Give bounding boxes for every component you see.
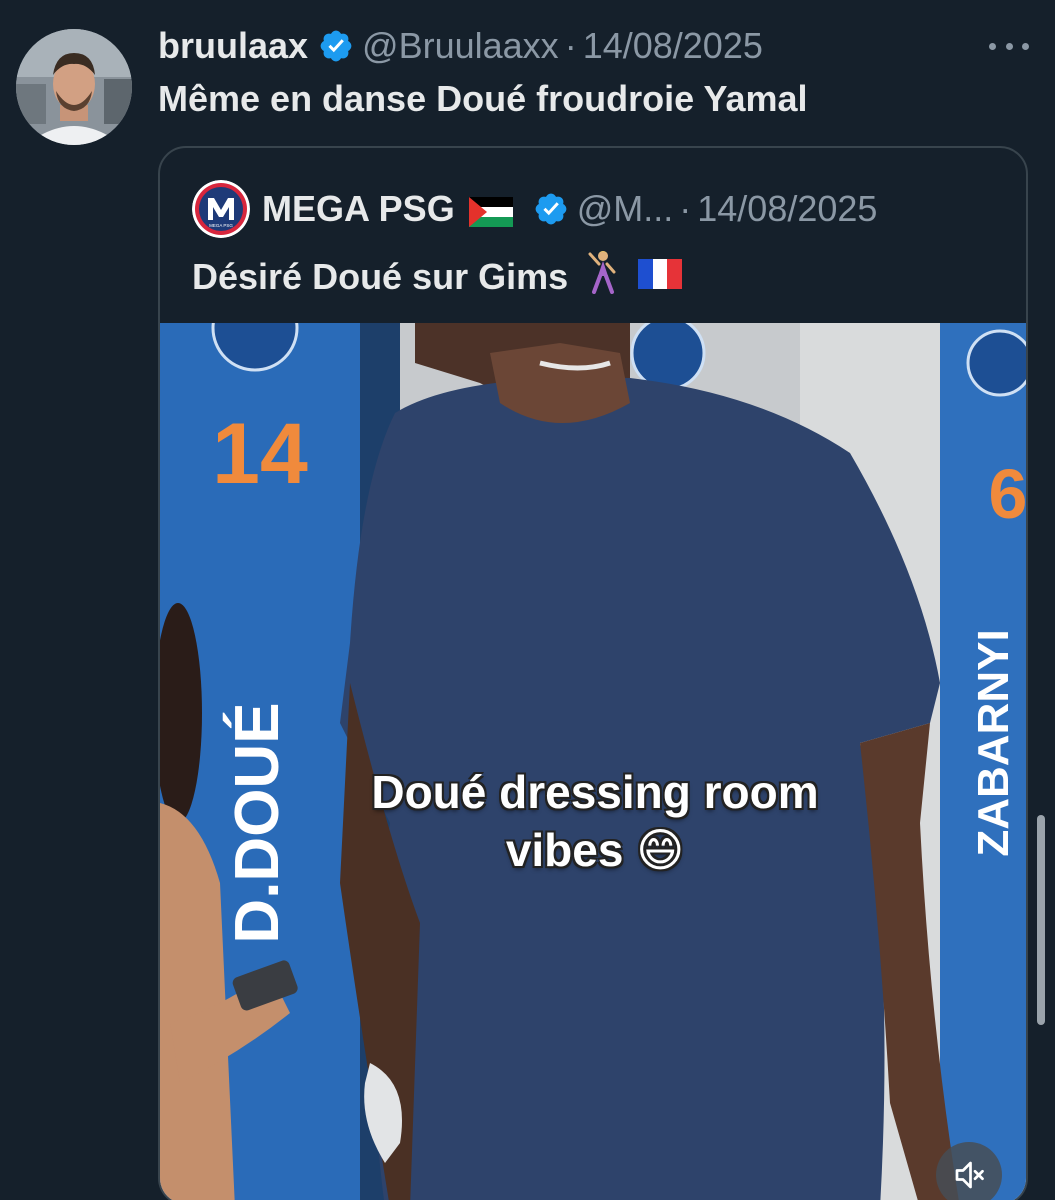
quoted-separator-dot: ·: [679, 188, 692, 229]
france-flag-icon: [638, 256, 683, 298]
video-frame: 14 D.DOUÉ 6 ZABARNYI: [160, 323, 1028, 1200]
display-name[interactable]: bruulaax: [158, 25, 308, 67]
separator-dot: ·: [564, 25, 577, 66]
more-options-icon[interactable]: [989, 34, 1029, 58]
user-avatar[interactable]: [16, 29, 132, 145]
user-handle[interactable]: @Bruulaaxx: [362, 25, 559, 67]
tweet-header: bruulaax @Bruulaaxx · 14/08/2025: [158, 24, 763, 68]
quoted-tweet[interactable]: MEGA PSG MEGA PSG @M... · 14/08/2025 Dés…: [158, 146, 1028, 1200]
palestine-flag-icon: [468, 194, 513, 227]
quoted-tweet-text: Désiré Doué sur Gims: [192, 255, 569, 297]
quoted-user-handle[interactable]: @M...: [577, 188, 674, 230]
quoted-tweet-header: MEGA PSG MEGA PSG @M... · 14/08/2025: [192, 180, 877, 238]
tweet-text: Même en danse Doué froudroie Yamal: [158, 78, 808, 119]
quoted-user-avatar[interactable]: MEGA PSG: [192, 180, 250, 238]
quoted-verified-badge-icon: [533, 191, 569, 227]
mute-icon: [951, 1157, 987, 1193]
video-caption-line2: vibes 😄: [505, 824, 685, 876]
video-caption: Doué dressing room vibes 😄: [160, 763, 1026, 879]
scrollbar-thumb[interactable]: [1037, 815, 1045, 1025]
mega-psg-logo-text: MEGA PSG: [209, 223, 233, 228]
dancer-icon: [586, 250, 620, 303]
mute-button[interactable]: [936, 1142, 1002, 1200]
quoted-tweet-text-row: Désiré Doué sur Gims: [192, 250, 683, 303]
quoted-display-name[interactable]: MEGA PSG: [262, 188, 455, 230]
quoted-tweet-date[interactable]: 14/08/2025: [697, 188, 877, 230]
tweet-date[interactable]: 14/08/2025: [583, 25, 763, 67]
verified-badge-icon: [318, 28, 354, 64]
video-player[interactable]: 14 D.DOUÉ 6 ZABARNYI Doué dressing room …: [160, 323, 1028, 1200]
video-caption-line1: Doué dressing room: [371, 766, 819, 818]
tweet-card[interactable]: bruulaax @Bruulaaxx · 14/08/2025 Même en…: [0, 0, 1055, 1200]
locker-left-number: 14: [212, 406, 308, 502]
locker-right-number: 6: [989, 455, 1028, 533]
